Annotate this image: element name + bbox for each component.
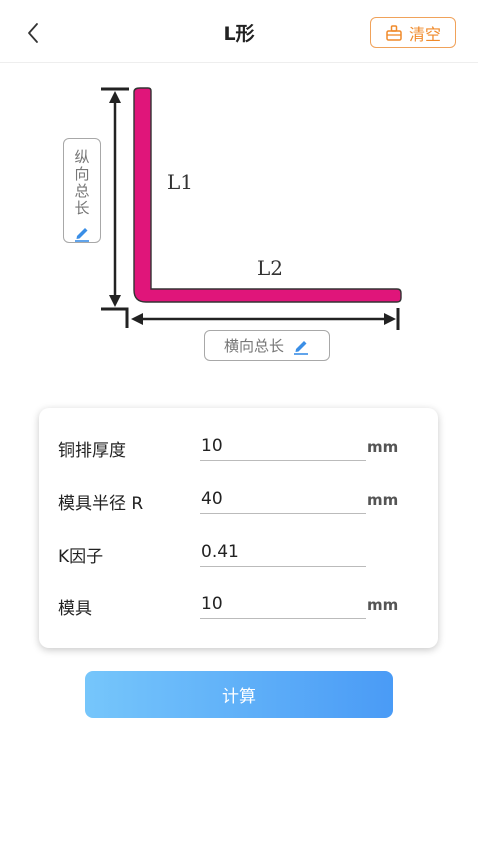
header-bar: L形 清空 [0, 0, 478, 63]
pencil-icon [294, 340, 308, 355]
vertical-total-length-label: 纵向总长 [74, 148, 90, 217]
thickness-label: 铜排厚度 [58, 441, 126, 461]
horizontal-arrow-left [131, 313, 143, 325]
die-input[interactable]: 10 [200, 584, 366, 619]
pencil-icon [75, 228, 89, 242]
broom-icon [386, 24, 402, 41]
clear-button[interactable]: 清空 [370, 17, 456, 48]
vertical-arrow-up [109, 91, 121, 103]
form-row-die-radius: 模具半径 R 40 mm [39, 461, 438, 514]
vertical-arrow-down [109, 295, 121, 307]
k-factor-label: K因子 [58, 547, 104, 567]
thickness-value: 10 [201, 436, 223, 456]
horizontal-total-length-edit[interactable]: 横向总长 [204, 330, 330, 361]
die-unit: mm [367, 596, 399, 614]
clear-button-label: 清空 [408, 24, 441, 44]
form-row-k-factor: K因子 0.41 [39, 514, 438, 567]
die-radius-input[interactable]: 40 [200, 479, 366, 514]
calculate-button[interactable]: 计算 [85, 671, 393, 718]
die-radius-value: 40 [201, 489, 223, 509]
die-label: 模具 [58, 599, 92, 619]
calculate-button-label: 计算 [222, 687, 256, 707]
vertical-total-length-edit[interactable]: 纵向总长 [63, 138, 101, 243]
k-factor-value: 0.41 [201, 542, 239, 562]
label-l1: L1 [167, 170, 193, 194]
thickness-unit: mm [367, 438, 399, 456]
form-row-die: 模具 10 mm [39, 566, 438, 619]
label-l2: L2 [257, 256, 283, 280]
k-factor-input[interactable]: 0.41 [200, 532, 366, 567]
thickness-input[interactable]: 10 [200, 426, 366, 461]
die-radius-label: 模具半径 R [58, 494, 144, 514]
parameter-form-card: 铜排厚度 10 mm 模具半径 R 40 mm K因子 0.41 模具 10 m… [39, 408, 438, 648]
horizontal-total-length-label: 横向总长 [223, 337, 284, 355]
dimension-corner-bracket [101, 307, 129, 328]
die-radius-unit: mm [367, 491, 399, 509]
horizontal-arrow-right [384, 313, 396, 325]
l-shape-diagram: L1 L2 纵向总长 横向总长 [0, 62, 478, 392]
die-value: 10 [201, 594, 223, 614]
form-row-thickness: 铜排厚度 10 mm [39, 408, 438, 461]
